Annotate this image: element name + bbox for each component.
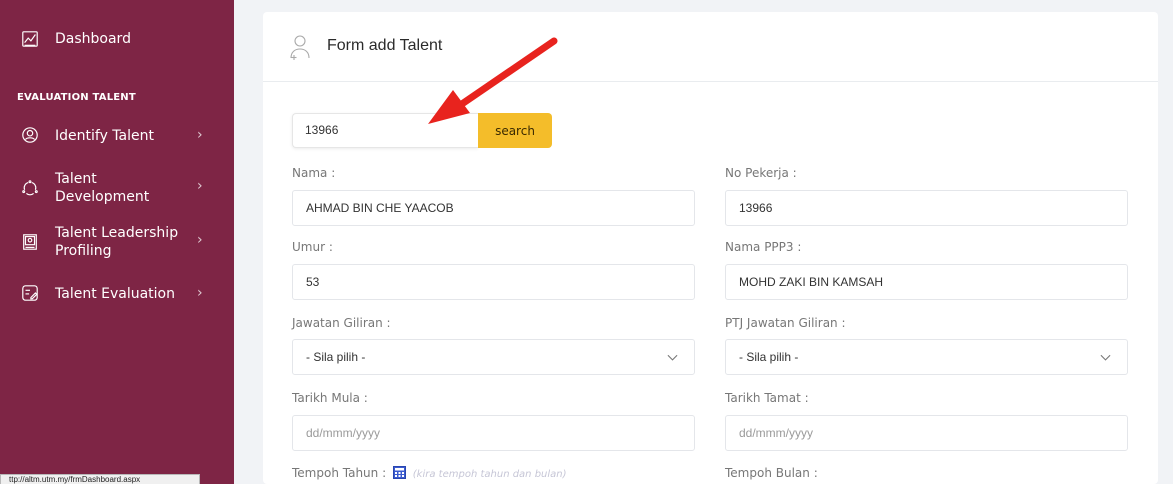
jawatan-giliran-label: Jawatan Giliran : [292, 316, 391, 330]
sidebar: Dashboard EVALUATION TALENT Identify Tal… [0, 0, 234, 484]
chevron-down-icon [1100, 340, 1111, 374]
cycle-icon [20, 178, 40, 198]
checklist-icon [20, 283, 40, 303]
chevron-right-icon: › [197, 285, 203, 301]
nama-field[interactable]: AHMAD BIN CHE YAACOB [292, 190, 695, 226]
select-value: - Sila pilih - [739, 350, 799, 364]
chevron-right-icon: › [197, 232, 203, 248]
tarikh-mula-label: Tarikh Mula : [292, 391, 368, 405]
ptj-jawatan-giliran-select[interactable]: - Sila pilih - [725, 339, 1128, 375]
user-circle-icon [20, 125, 40, 145]
calculator-icon[interactable] [392, 466, 406, 479]
nama-ppp3-field[interactable]: MOHD ZAKI BIN KAMSAH [725, 264, 1128, 300]
card-header: Form add Talent [263, 12, 1158, 82]
add-user-icon [289, 34, 311, 60]
nama-label: Nama : [292, 166, 336, 180]
no-pekerja-label: No Pekerja : [725, 166, 797, 180]
search-button[interactable]: search [478, 113, 552, 148]
no-pekerja-field[interactable]: 13966 [725, 190, 1128, 226]
sidebar-item-dashboard[interactable]: Dashboard [0, 28, 234, 50]
chevron-right-icon: › [197, 178, 203, 194]
nama-ppp3-label: Nama PPP3 : [725, 240, 802, 254]
tempoh-hint: (kira tempoh tahun dan bulan) [412, 469, 567, 480]
page-title: Form add Talent [327, 37, 443, 54]
sidebar-item-label: Talent Leadership [55, 225, 179, 241]
presentation-board-icon [20, 232, 40, 252]
sidebar-item-label: Talent Evaluation [55, 286, 175, 302]
tempoh-bulan-label: Tempoh Bulan : [725, 466, 818, 480]
sidebar-item-label: Talent [55, 171, 97, 187]
sidebar-item-label: Profiling [55, 243, 112, 259]
tarikh-tamat-label: Tarikh Tamat : [725, 391, 809, 405]
sidebar-section-title: EVALUATION TALENT [17, 92, 136, 103]
sidebar-item-identify-talent[interactable]: Identify Talent › [0, 125, 234, 147]
sidebar-item-label: Development [55, 189, 150, 205]
sidebar-item-talent-evaluation[interactable]: Talent Evaluation › [0, 283, 234, 305]
umur-label: Umur : [292, 240, 333, 254]
chevron-down-icon [667, 340, 678, 374]
chart-icon [20, 29, 40, 49]
tarikh-tamat-field[interactable]: dd/mmm/yyyy [725, 415, 1128, 451]
sidebar-item-label: Identify Talent [55, 128, 154, 144]
ptj-jawatan-giliran-label: PTJ Jawatan Giliran : [725, 316, 846, 330]
tempoh-tahun-row: Tempoh Tahun : (kira tempoh tahun dan bu… [292, 466, 567, 480]
search-input[interactable]: 13966 [292, 113, 478, 148]
jawatan-giliran-select[interactable]: - Sila pilih - [292, 339, 695, 375]
sidebar-item-label: Dashboard [55, 31, 131, 47]
form-card: Form add Talent [263, 12, 1158, 484]
status-bar-url: ttp://altm.utm.my/frmDashboard.aspx [0, 474, 200, 484]
sidebar-item-talent-leadership-profiling[interactable]: Talent Leadership Profiling › [0, 224, 234, 260]
tempoh-tahun-label: Tempoh Tahun : [292, 466, 387, 480]
tarikh-mula-field[interactable]: dd/mmm/yyyy [292, 415, 695, 451]
umur-field[interactable]: 53 [292, 264, 695, 300]
chevron-right-icon: › [197, 127, 203, 143]
sidebar-item-talent-development[interactable]: Talent Development › [0, 170, 234, 206]
select-value: - Sila pilih - [306, 350, 366, 364]
